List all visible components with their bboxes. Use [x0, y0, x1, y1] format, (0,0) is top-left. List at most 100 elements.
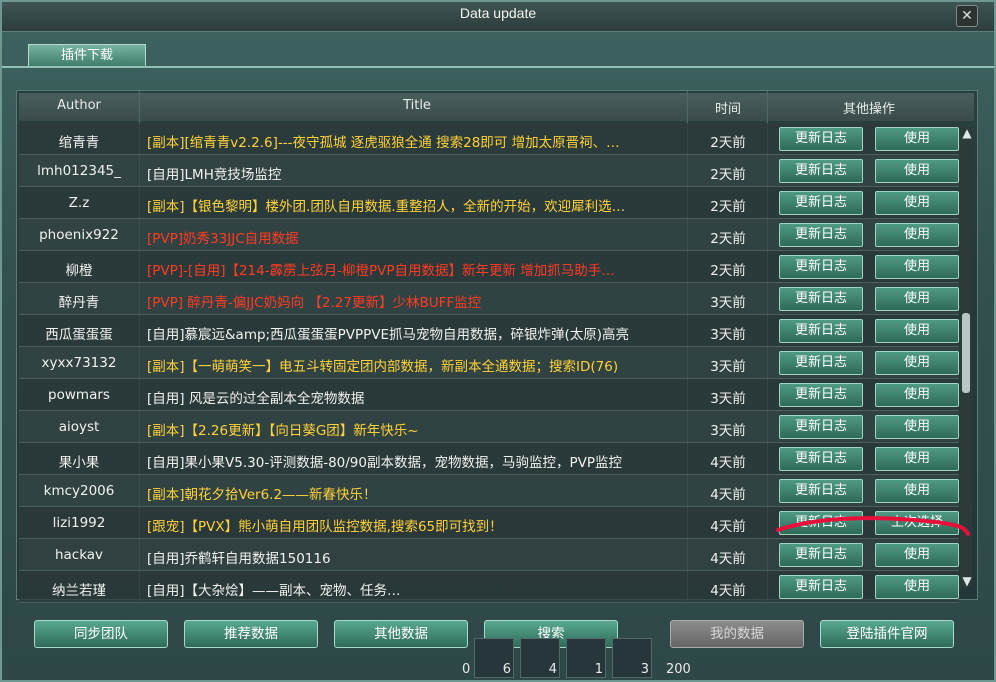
table-row: 绾青青 [副本][绾青青v2.2.6]---夜守孤城 逐虎驱狼全通 搜索28即可 …: [19, 123, 959, 155]
row-time: 3天前: [710, 327, 746, 343]
table-header: Author Title 时间 其他操作: [19, 93, 974, 121]
row-time: 2天前: [710, 135, 746, 151]
table-row: 柳橙 [PVP]-[自用]【214-霹雳上弦月-柳橙PVP自用数据】新年更新 增加…: [19, 251, 959, 283]
use-button[interactable]: 使用: [875, 447, 959, 471]
row-title: [副本]【2.26更新】【向日葵G团】新年快乐~: [147, 423, 419, 439]
recommended-data-button[interactable]: 推荐数据: [184, 620, 318, 648]
update-log-button[interactable]: 更新日志: [779, 383, 863, 407]
update-log-button[interactable]: 更新日志: [779, 319, 863, 343]
update-log-button[interactable]: 更新日志: [779, 127, 863, 151]
row-time: 2天前: [710, 263, 746, 279]
row-title: [副本]【银色黎明】楼外团.团队自用数据.重整招人，全新的开始，欢迎犀利选…: [147, 199, 626, 215]
update-log-button[interactable]: 更新日志: [779, 191, 863, 215]
scroll-down-icon[interactable]: ▼: [960, 575, 974, 587]
update-log-button[interactable]: 更新日志: [779, 447, 863, 471]
tab-bar: 插件下载: [2, 38, 994, 68]
scroll-thumb[interactable]: [962, 313, 970, 393]
row-title: [自用]慕宸远&amp;西瓜蛋蛋蛋PVPPVE抓马宠物自用数据，碎银炸弹(太原)…: [147, 327, 630, 343]
row-time: 4天前: [710, 583, 746, 599]
row-author: 柳橙: [65, 263, 93, 279]
use-button[interactable]: 使用: [875, 383, 959, 407]
row-title: [副本]【一萌萌笑一】电五斗转固定团内部数据，新副本全通数据；搜索ID(76): [147, 359, 619, 375]
hotbar-slot[interactable]: 3: [612, 638, 652, 678]
update-log-button[interactable]: 更新日志: [779, 255, 863, 279]
hotbar-slot[interactable]: 4: [520, 638, 560, 678]
update-log-button[interactable]: 更新日志: [779, 159, 863, 183]
update-log-button[interactable]: 更新日志: [779, 511, 863, 535]
use-button[interactable]: 使用: [875, 191, 959, 215]
row-time: 4天前: [710, 551, 746, 567]
row-title: [跟宠]【PVX】熊小萌自用团队监控数据,搜索65即可找到！: [147, 519, 503, 535]
scroll-up-icon[interactable]: ▲: [960, 127, 974, 139]
row-title: [自用]LMH竞技场监控: [147, 167, 282, 183]
row-author: hackav: [54, 547, 104, 563]
login-plugin-site-button[interactable]: 登陆插件官网: [820, 620, 954, 648]
update-log-button[interactable]: 更新日志: [779, 415, 863, 439]
slot-count: 4: [548, 662, 557, 677]
use-button[interactable]: 使用: [875, 127, 959, 151]
row-author: 绾青青: [58, 135, 100, 151]
slot-count: 3: [640, 662, 649, 677]
use-button[interactable]: 使用: [875, 159, 959, 183]
row-author: lizi1992: [52, 515, 106, 531]
row-author: phoenix922: [39, 227, 119, 243]
row-title: [自用] 风是云的过全副本全宠物数据: [147, 391, 365, 407]
table-row: kmcy2006 [副本]朝花夕拾Ver6.2——新春快乐！ 4天前 更新日志 使用: [19, 475, 959, 507]
table-row: 纳兰若瑾 [自用]【大杂烩】——副本、宠物、任务… 4天前 更新日志 使用: [19, 571, 959, 603]
use-button[interactable]: 使用: [875, 223, 959, 247]
plugin-table: Author Title 时间 其他操作 绾青青 [副本][绾青青v2.2.6]-…: [16, 90, 978, 603]
slot-count: 1: [594, 662, 603, 677]
row-time: 4天前: [710, 487, 746, 503]
update-log-button[interactable]: 更新日志: [779, 223, 863, 247]
row-time: 2天前: [710, 231, 746, 247]
row-title: [副本][绾青青v2.2.6]---夜守孤城 逐虎驱狼全通 搜索28即可 增加太…: [147, 135, 620, 151]
table-row: powmars [自用] 风是云的过全副本全宠物数据 3天前 更新日志 使用: [19, 379, 959, 411]
table-row: phoenix922 [PVP]奶秀33JJC自用数据 2天前 更新日志 使用: [19, 219, 959, 251]
row-title: [PVP]奶秀33JJC自用数据: [147, 231, 299, 247]
table-body: 绾青青 [副本][绾青青v2.2.6]---夜守孤城 逐虎驱狼全通 搜索28即可 …: [19, 123, 959, 603]
table-row: lizi1992 [跟宠]【PVX】熊小萌自用团队监控数据,搜索65即可找到！ 4天…: [19, 507, 959, 539]
use-button[interactable]: 上次选择: [875, 511, 959, 535]
use-button[interactable]: 使用: [875, 575, 959, 599]
row-author: powmars: [48, 387, 110, 403]
row-time: 4天前: [710, 455, 746, 471]
sync-team-button[interactable]: 同步团队: [34, 620, 168, 648]
update-log-button[interactable]: 更新日志: [779, 287, 863, 311]
title-bar: Data update ✕: [2, 2, 994, 32]
row-author: 纳兰若瑾: [52, 583, 106, 599]
update-log-button[interactable]: 更新日志: [779, 575, 863, 599]
use-button[interactable]: 使用: [875, 415, 959, 439]
row-time: 3天前: [710, 359, 746, 375]
row-author: 西瓜蛋蛋蛋: [45, 327, 113, 343]
table-row: 西瓜蛋蛋蛋 [自用]慕宸远&amp;西瓜蛋蛋蛋PVPPVE抓马宠物自用数据，碎银炸…: [19, 315, 959, 347]
use-button[interactable]: 使用: [875, 479, 959, 503]
update-log-button[interactable]: 更新日志: [779, 479, 863, 503]
update-log-button[interactable]: 更新日志: [779, 543, 863, 567]
row-author: lmh012345_: [37, 163, 121, 179]
use-button[interactable]: 使用: [875, 319, 959, 343]
close-icon[interactable]: ✕: [956, 5, 978, 27]
use-button[interactable]: 使用: [875, 351, 959, 375]
row-time: 2天前: [710, 199, 746, 215]
row-time: 2天前: [710, 167, 746, 183]
row-title: [副本]朝花夕拾Ver6.2——新春快乐！: [147, 487, 377, 503]
row-time: 4天前: [710, 519, 746, 535]
table-row: xyxx73132 [副本]【一萌萌笑一】电五斗转固定团内部数据，新副本全通数据；…: [19, 347, 959, 379]
row-title: [自用]【大杂烩】——副本、宠物、任务…: [147, 583, 401, 599]
use-button[interactable]: 使用: [875, 287, 959, 311]
scrollbar[interactable]: ▲ ▼: [960, 127, 972, 587]
slot-count: 6: [502, 662, 511, 677]
row-time: 3天前: [710, 295, 746, 311]
row-author: 醉丹青: [58, 295, 100, 311]
hotbar-slot[interactable]: 6: [474, 638, 514, 678]
use-button[interactable]: 使用: [875, 255, 959, 279]
row-author: kmcy2006: [43, 483, 115, 499]
hotbar-slot[interactable]: 1: [566, 638, 606, 678]
update-log-button[interactable]: 更新日志: [779, 351, 863, 375]
use-button[interactable]: 使用: [875, 543, 959, 567]
tab-plugin-download[interactable]: 插件下载: [28, 44, 146, 66]
header-actions: 其他操作: [842, 102, 895, 117]
window-title: Data update: [459, 5, 537, 21]
row-time: 3天前: [710, 391, 746, 407]
row-title: [自用]果小果V5.30-评测数据-80/90副本数据，宠物数据，马驹监控，PV…: [147, 455, 622, 471]
